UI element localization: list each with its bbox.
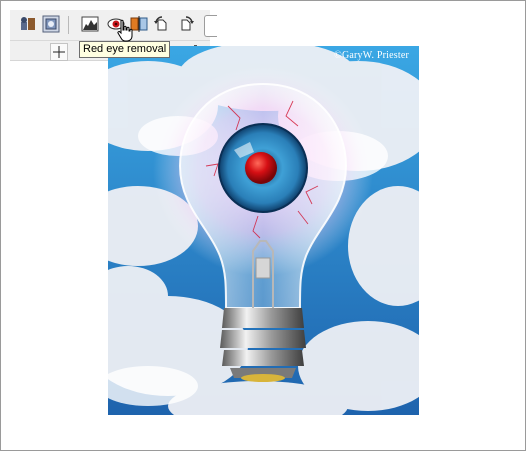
rotate-left-icon[interactable] bbox=[152, 14, 172, 34]
photo-lightbulb-eye: ©GaryW. Priester bbox=[108, 46, 419, 415]
toolbar-row-top bbox=[10, 10, 217, 41]
mouse-pointer-icon bbox=[116, 19, 134, 43]
zoom-dropdown[interactable] bbox=[204, 15, 217, 37]
red-eye-tooltip: Red eye removal bbox=[79, 41, 171, 58]
rotate-right-icon[interactable] bbox=[176, 14, 196, 34]
bitmap-mask-icon[interactable] bbox=[41, 14, 61, 34]
copyright-text: ©GaryW. Priester bbox=[334, 50, 409, 61]
toolbar-separator bbox=[68, 16, 69, 34]
crosshair-icon[interactable] bbox=[50, 43, 68, 61]
histogram-icon[interactable] bbox=[80, 14, 100, 34]
transform-icon[interactable] bbox=[18, 14, 38, 34]
photo-image bbox=[108, 46, 419, 415]
